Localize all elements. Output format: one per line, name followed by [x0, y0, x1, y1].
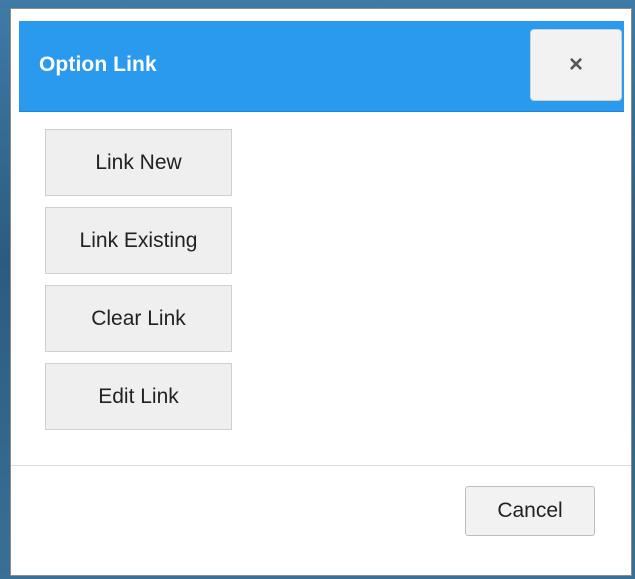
dialog-title: Option Link	[39, 53, 157, 76]
clear-link-button[interactable]: Clear Link	[45, 285, 232, 352]
footer-divider	[11, 465, 631, 466]
option-link-dialog: Option Link × Link New Link Existing Cle…	[10, 8, 632, 576]
link-new-button[interactable]: Link New	[45, 129, 232, 196]
dialog-header: Option Link ×	[19, 21, 624, 112]
link-existing-button[interactable]: Link Existing	[45, 207, 232, 274]
close-icon: ×	[568, 51, 583, 78]
cancel-button[interactable]: Cancel	[465, 486, 595, 536]
dialog-body: Link New Link Existing Clear Link Edit L…	[45, 129, 245, 441]
edit-link-button[interactable]: Edit Link	[45, 363, 232, 430]
close-button[interactable]: ×	[530, 29, 622, 101]
